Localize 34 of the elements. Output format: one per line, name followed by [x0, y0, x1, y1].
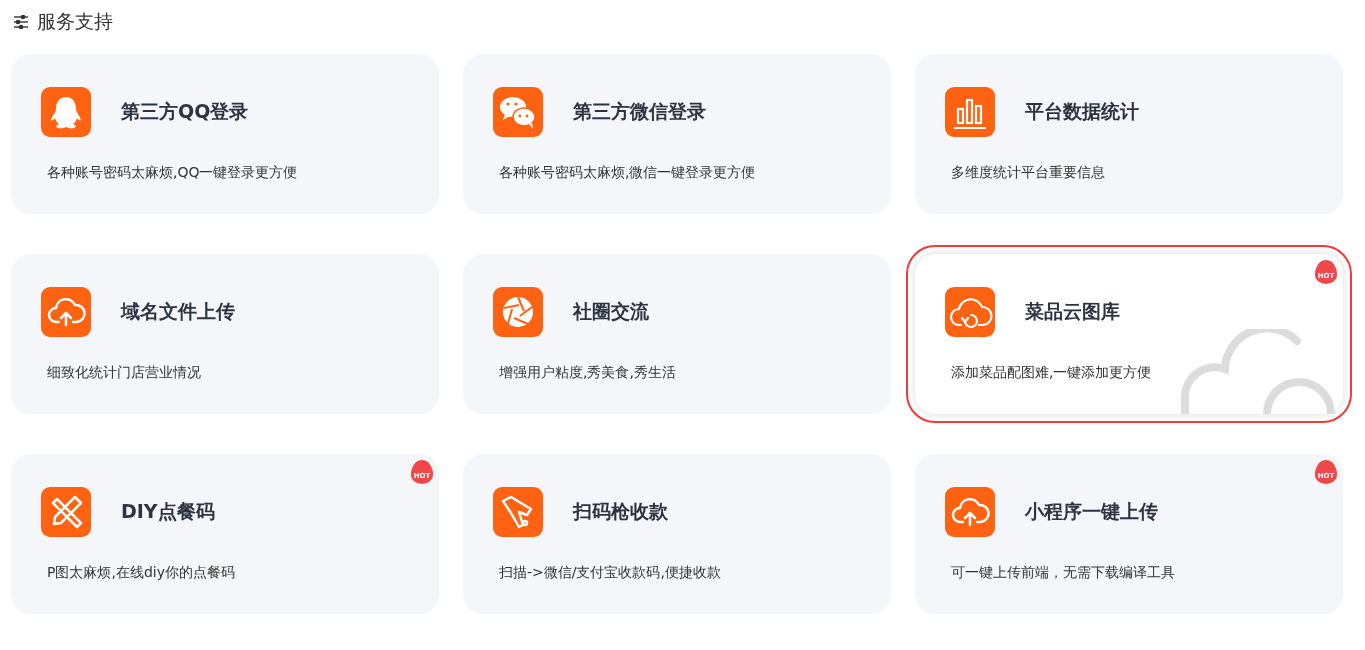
card-title: 扫码枪收款 — [573, 499, 668, 524]
aperture-icon — [493, 287, 543, 337]
card-description: 各种账号密码太麻烦,QQ一键登录更方便 — [47, 164, 299, 182]
card-title: 第三方QQ登录 — [121, 99, 249, 124]
card-title: 第三方微信登录 — [573, 99, 706, 124]
cloud-refresh-icon — [945, 287, 995, 337]
cloud-upload-icon — [41, 287, 91, 337]
card-description: 多维度统计平台重要信息 — [951, 164, 1106, 182]
service-card[interactable]: 平台数据统计 多维度统计平台重要信息 — [915, 54, 1343, 214]
card-title: 域名文件上传 — [121, 299, 235, 324]
service-card[interactable]: 社圈交流 增强用户粘度,秀美食,秀生活 — [463, 254, 891, 414]
card-description: 细致化统计门店营业情况 — [47, 364, 202, 382]
card-title: 小程序一键上传 — [1025, 499, 1158, 524]
card-title: 菜品云图库 — [1025, 299, 1120, 324]
service-card[interactable]: 第三方QQ登录 各种账号密码太麻烦,QQ一键登录更方便 — [11, 54, 439, 214]
card-title: DIY点餐码 — [121, 499, 215, 524]
card-title: 社圈交流 — [573, 299, 649, 324]
service-card[interactable]: 域名文件上传 细致化统计门店营业情况 — [11, 254, 439, 414]
card-description: 添加菜品配图难,一键添加更方便 — [951, 364, 1153, 382]
service-card[interactable]: 第三方微信登录 各种账号密码太麻烦,微信一键登录更方便 — [463, 54, 891, 214]
card-description: 扫描->微信/支付宝收款码,便捷收款 — [499, 564, 722, 582]
card-description: 可一键上传前端，无需下载编译工具 — [951, 564, 1176, 582]
cloud-upload-icon — [945, 487, 995, 537]
card-description: P图太麻烦,在线diy你的点餐码 — [47, 564, 236, 582]
card-description: 各种账号密码太麻烦,微信一键登录更方便 — [499, 164, 757, 182]
service-card[interactable]: 扫码枪收款 扫描->微信/支付宝收款码,便捷收款 — [463, 454, 891, 614]
card-title: 平台数据统计 — [1025, 99, 1139, 124]
penguin-icon — [41, 87, 91, 137]
chat-bubbles-icon — [493, 87, 543, 137]
pencil-ruler-icon — [41, 487, 91, 537]
sliders-icon — [13, 15, 29, 29]
card-description: 增强用户粘度,秀美食,秀生活 — [499, 364, 677, 382]
section-title: 服务支持 — [37, 9, 113, 34]
bar-chart-icon — [945, 87, 995, 137]
